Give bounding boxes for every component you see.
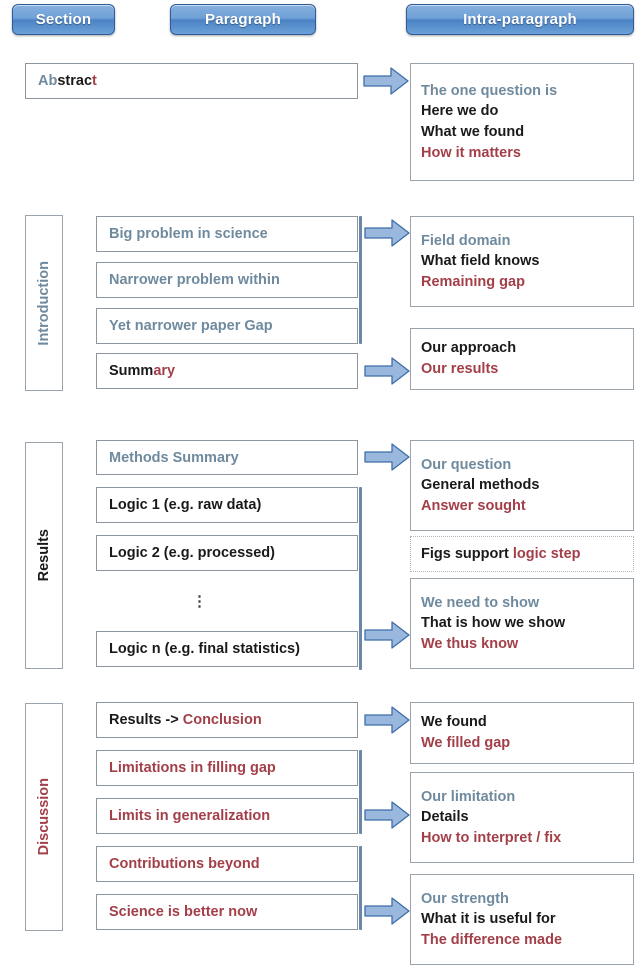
intra-line: The difference made <box>421 931 563 948</box>
intra-box-disc-conclusion[interactable]: We found We filled gap <box>410 702 634 764</box>
arrow-intro-gap-icon <box>364 218 410 248</box>
intra-line: Remaining gap <box>421 273 525 290</box>
paragraph-label: Limits in generalization <box>109 808 271 824</box>
paragraph-label: Narrower problem within <box>109 272 280 288</box>
intra-line: Details <box>421 809 469 826</box>
arrow-disc-strength-icon <box>364 896 410 926</box>
paragraph-label: Summary <box>109 363 175 379</box>
paragraph-label: Big problem in science <box>109 226 268 242</box>
intra-line: Our strength <box>421 890 509 907</box>
intra-line: How it matters <box>421 144 521 161</box>
header-pill-section[interactable]: Section <box>12 4 115 35</box>
paragraph-box-yet-narrower[interactable]: Yet narrower paper Gap <box>96 308 358 344</box>
intra-box-intro-summary[interactable]: Our approach Our results <box>410 328 634 390</box>
concl-part-1: Results -> <box>109 712 183 728</box>
paragraph-box-narrower-problem[interactable]: Narrower problem within <box>96 262 358 298</box>
paragraph-box-logic-2[interactable]: Logic 2 (e.g. processed) <box>96 535 358 571</box>
intra-line: That is how we show <box>421 615 566 632</box>
intra-box-figs-support[interactable]: Figs support logic step <box>410 536 634 572</box>
intra-line: What we found <box>421 124 525 140</box>
header-pill-intra-paragraph-label: Intra-paragraph <box>463 11 577 28</box>
intra-box-results-methods[interactable]: Our question General methods Answer soug… <box>410 440 634 531</box>
section-label-results: Results <box>36 529 52 582</box>
section-box-introduction[interactable]: Introduction <box>25 215 63 391</box>
paragraph-label: Science is better now <box>109 904 258 920</box>
intra-line: Our limitation <box>421 788 516 805</box>
section-box-results[interactable]: Results <box>25 442 63 669</box>
summary-part-2: ary <box>153 363 176 379</box>
connector-discussion-strength <box>359 846 362 930</box>
arrow-disc-limitation-icon <box>364 800 410 830</box>
intra-line: Our question <box>421 456 512 473</box>
paragraph-label: Results -> Conclusion <box>109 712 262 728</box>
intra-box-results-logic[interactable]: We need to show That is how we show We t… <box>410 578 634 669</box>
vertical-ellipsis-icon: ⋮ <box>192 593 207 610</box>
intra-line: Our results <box>421 361 499 377</box>
intra-line: Our approach <box>421 340 517 357</box>
intra-box-intro-gap[interactable]: Field domain What field knows Remaining … <box>410 216 634 307</box>
paragraph-box-summary[interactable]: Summary <box>96 353 358 389</box>
intra-line: General methods <box>421 477 540 494</box>
arrow-results-methods-icon <box>364 442 410 472</box>
arrow-results-logic-icon <box>364 620 410 650</box>
paragraph-label: Yet narrower paper Gap <box>109 318 273 334</box>
section-box-discussion[interactable]: Discussion <box>25 703 63 931</box>
paragraph-label: Limitations in filling gap <box>109 760 276 776</box>
paragraph-label: Contributions beyond <box>109 856 260 872</box>
intra-box-disc-limitation[interactable]: Our limitation Details How to interpret … <box>410 772 634 863</box>
paragraph-label: Methods Summary <box>109 449 239 466</box>
abstract-part-1: Ab <box>38 73 58 89</box>
intra-line: Here we do <box>421 103 499 120</box>
header-pill-paragraph-label: Paragraph <box>205 11 281 28</box>
paragraph-box-limits-generalization[interactable]: Limits in generalization <box>96 798 358 834</box>
intra-line: The one question is <box>421 82 558 99</box>
section-label-discussion: Discussion <box>36 778 52 856</box>
intra-line: We thus know <box>421 635 519 652</box>
intra-line: We filled gap <box>421 735 511 751</box>
intra-line: Field domain <box>421 232 511 249</box>
intra-line: What field knows <box>421 253 540 270</box>
intra-line: How to interpret / fix <box>421 829 562 846</box>
concl-part-2: Conclusion <box>182 712 262 728</box>
connector-results-logic <box>359 487 362 670</box>
header-pill-section-label: Section <box>35 11 92 28</box>
paragraph-label: Logic 1 (e.g. raw data) <box>109 497 262 513</box>
arrow-abstract-icon <box>363 66 409 96</box>
paragraph-box-abstract[interactable]: Abstract <box>25 63 358 99</box>
intra-line: We need to show <box>421 594 540 611</box>
header-pill-intra-paragraph[interactable]: Intra-paragraph <box>406 4 634 35</box>
connector-introduction-gap <box>359 216 362 344</box>
abstract-part-3: t <box>92 73 97 89</box>
section-label-introduction: Introduction <box>36 260 52 346</box>
paragraph-box-abstract-label: Abstract <box>38 73 97 89</box>
paragraph-box-methods-summary[interactable]: Methods Summary <box>96 440 358 475</box>
intra-line: Answer sought <box>421 497 526 514</box>
figs-part-2: logic step <box>512 545 581 562</box>
connector-discussion-limitation <box>359 750 362 834</box>
intra-line: What it is useful for <box>421 911 556 928</box>
paragraph-box-logic-1[interactable]: Logic 1 (e.g. raw data) <box>96 487 358 523</box>
intra-box-abstract[interactable]: The one question is Here we do What we f… <box>410 63 634 181</box>
paragraph-box-logic-n[interactable]: Logic n (e.g. final statistics) <box>96 631 358 667</box>
arrow-intro-summary-icon <box>364 356 410 386</box>
header-pill-paragraph[interactable]: Paragraph <box>170 4 316 35</box>
abstract-part-2: strac <box>57 73 93 89</box>
arrow-disc-conclusion-icon <box>364 705 410 735</box>
paragraph-box-results-conclusion[interactable]: Results -> Conclusion <box>96 702 358 738</box>
intra-line: Figs support logic step <box>421 544 581 565</box>
paragraph-box-big-problem[interactable]: Big problem in science <box>96 216 358 252</box>
intra-line: We found <box>421 714 487 731</box>
paragraph-label: Logic 2 (e.g. processed) <box>109 545 275 561</box>
diagram-canvas: Section Paragraph Intra-paragraph Abstra… <box>0 0 640 967</box>
paragraph-box-limitations[interactable]: Limitations in filling gap <box>96 750 358 786</box>
paragraph-box-science-better[interactable]: Science is better now <box>96 894 358 930</box>
paragraph-box-contributions[interactable]: Contributions beyond <box>96 846 358 882</box>
intra-box-disc-strength[interactable]: Our strength What it is useful for The d… <box>410 874 634 965</box>
summary-part-1: Summ <box>109 363 154 379</box>
paragraph-label: Logic n (e.g. final statistics) <box>109 641 300 657</box>
figs-part-1: Figs support <box>421 545 513 562</box>
